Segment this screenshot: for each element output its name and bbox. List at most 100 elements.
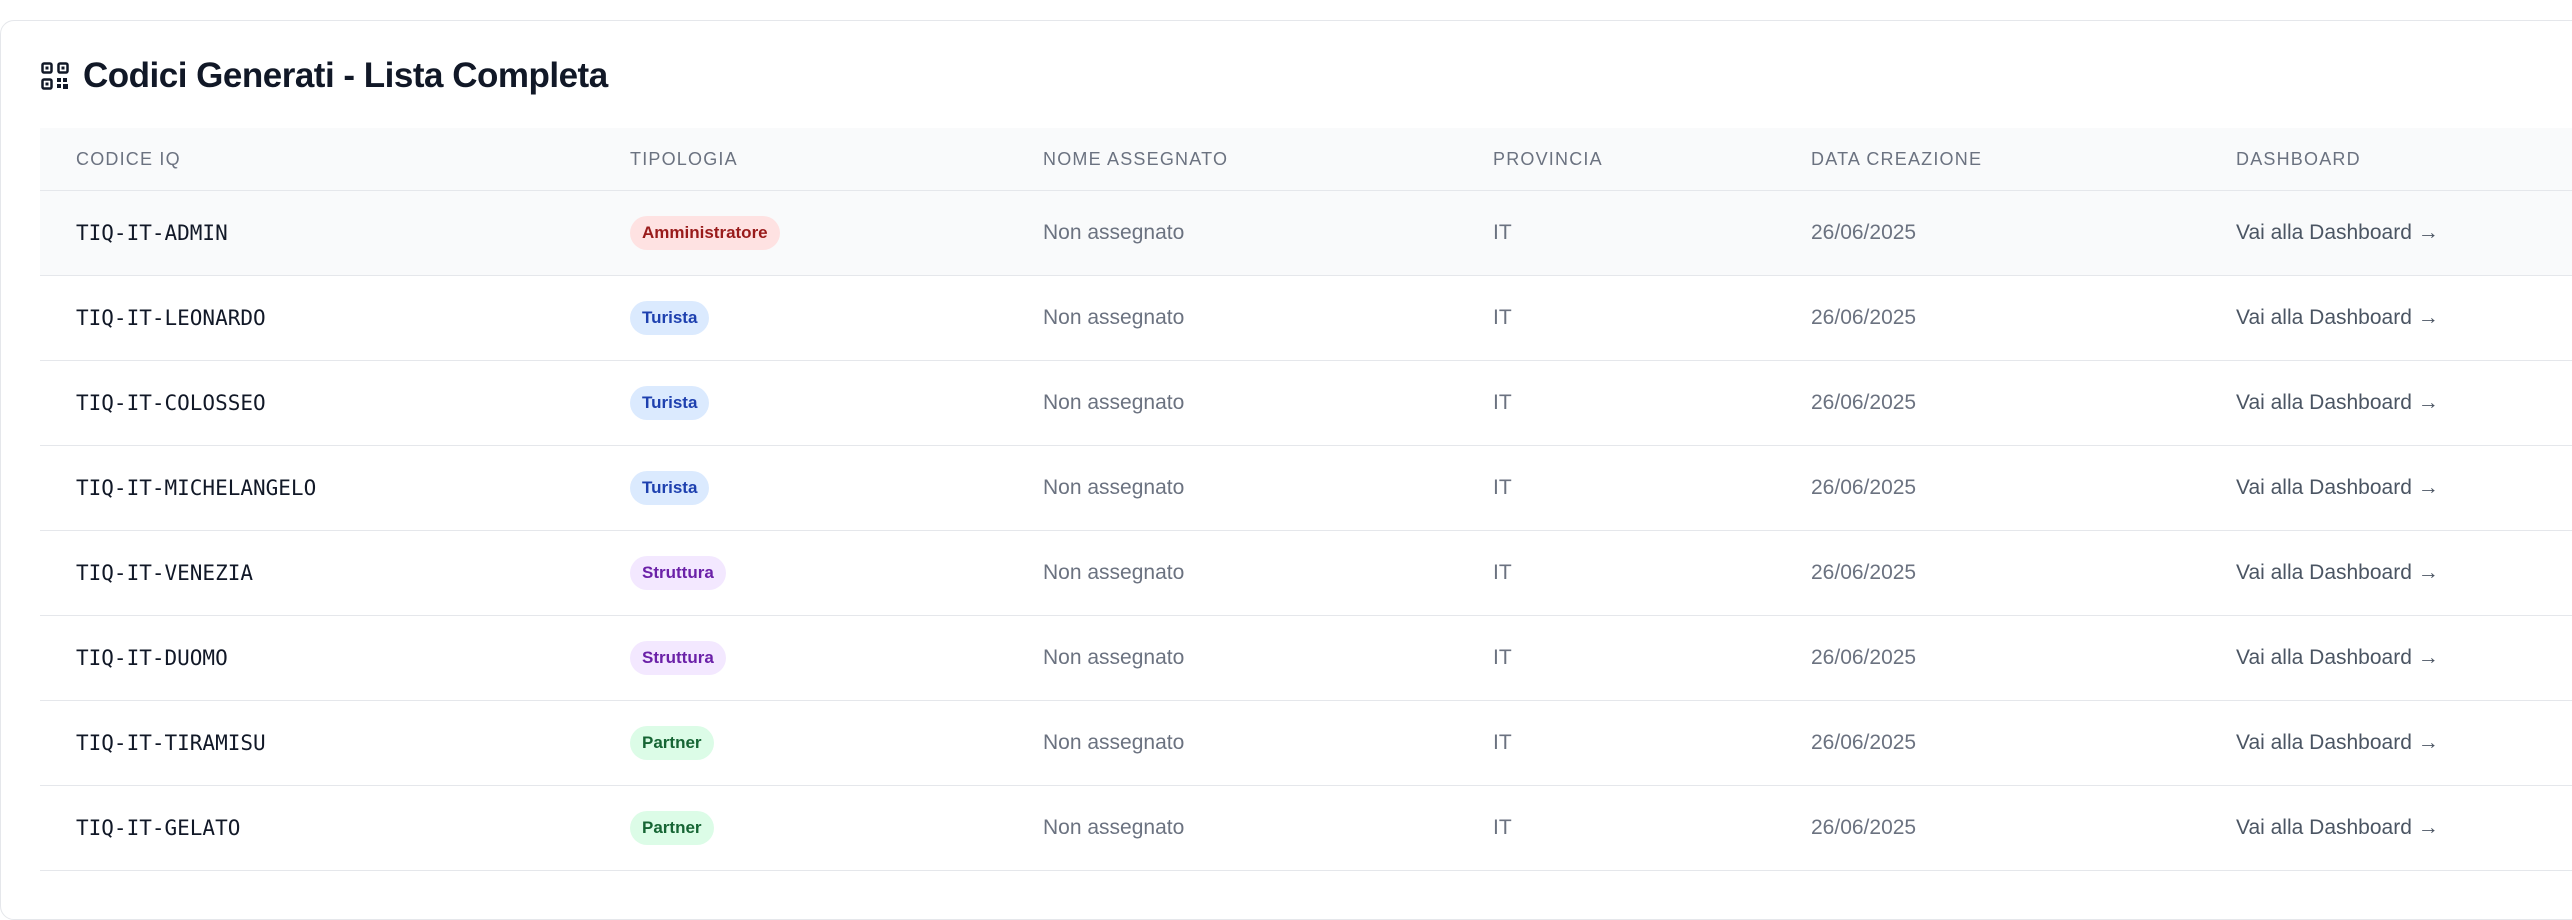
qr-code-icon — [41, 62, 69, 90]
type-badge: Turista — [630, 471, 710, 505]
province-value-cell: IT — [1493, 446, 1512, 530]
assigned-name-cell: Non assegnato — [1043, 191, 1184, 275]
creation-date: 26/06/2025 — [1811, 476, 1917, 499]
column-header-code[interactable]: CODICE IQ — [76, 128, 181, 190]
dashboard-link[interactable]: Vai alla Dashboard → — [2236, 816, 2439, 840]
dashboard-link[interactable]: Vai alla Dashboard → — [2236, 476, 2439, 500]
province-value: IT — [1493, 646, 1512, 669]
creation-date: 26/06/2025 — [1811, 646, 1917, 669]
assigned-name-cell: Non assegnato — [1043, 616, 1184, 700]
type-badge-cell: Partner — [630, 786, 714, 870]
dashboard-link-cell: Vai alla Dashboard → — [2236, 531, 2439, 615]
code-value: TIQ-IT-TIRAMISU — [76, 731, 266, 755]
province-value-cell: IT — [1493, 701, 1512, 785]
province-value-cell: IT — [1493, 191, 1512, 275]
column-header-name[interactable]: NOME ASSEGNATO — [1043, 128, 1228, 190]
code-value-cell: TIQ-IT-VENEZIA — [76, 531, 253, 615]
table-row[interactable]: TIQ-IT-COLOSSEO Turista Non assegnato IT 26/… — [40, 361, 2572, 446]
column-header-type[interactable]: TIPOLOGIA — [630, 128, 738, 190]
province-value-cell: IT — [1493, 361, 1512, 445]
assigned-name-cell: Non assegnato — [1043, 276, 1184, 360]
assigned-name: Non assegnato — [1043, 306, 1185, 329]
dashboard-link[interactable]: Vai alla Dashboard → — [2236, 561, 2439, 585]
province-value: IT — [1493, 561, 1512, 584]
type-badge: Turista — [630, 386, 710, 420]
dashboard-link[interactable]: Vai alla Dashboard → — [2236, 731, 2439, 755]
assigned-name-cell: Non assegnato — [1043, 786, 1184, 870]
assigned-name: Non assegnato — [1043, 221, 1185, 244]
code-value-cell: TIQ-IT-MICHELANGELO — [76, 446, 316, 530]
code-value-cell: TIQ-IT-DUOMO — [76, 616, 228, 700]
assigned-name: Non assegnato — [1043, 561, 1185, 584]
province-value: IT — [1493, 731, 1512, 754]
dashboard-link-cell: Vai alla Dashboard → — [2236, 446, 2439, 530]
type-badge: Partner — [630, 726, 714, 760]
codes-table: CODICE IQ TIPOLOGIA NOME ASSEGNATO PROVI… — [40, 128, 2572, 871]
table-row[interactable]: TIQ-IT-DUOMO Struttura Non assegnato IT 26/0… — [40, 616, 2572, 701]
creation-date-cell: 26/06/2025 — [1811, 786, 1916, 870]
assigned-name-cell: Non assegnato — [1043, 701, 1184, 785]
type-badge-cell: Struttura — [630, 616, 726, 700]
creation-date-cell: 26/06/2025 — [1811, 446, 1916, 530]
page-title: Codici Generati - Lista Completa — [83, 56, 608, 95]
column-header-province[interactable]: PROVINCIA — [1493, 128, 1603, 190]
code-value-cell: TIQ-IT-LEONARDO — [76, 276, 266, 360]
assigned-name: Non assegnato — [1043, 731, 1185, 754]
dashboard-link-cell: Vai alla Dashboard → — [2236, 361, 2439, 445]
province-value-cell: IT — [1493, 786, 1512, 870]
type-badge: Amministratore — [630, 216, 780, 250]
province-value-cell: IT — [1493, 276, 1512, 360]
creation-date: 26/06/2025 — [1811, 391, 1917, 414]
dashboard-link[interactable]: Vai alla Dashboard → — [2236, 221, 2439, 245]
assigned-name-cell: Non assegnato — [1043, 446, 1184, 530]
code-value-cell: TIQ-IT-TIRAMISU — [76, 701, 266, 785]
type-badge-cell: Turista — [630, 361, 710, 445]
dashboard-link[interactable]: Vai alla Dashboard → — [2236, 391, 2439, 415]
type-badge: Partner — [630, 811, 714, 845]
province-value-cell: IT — [1493, 531, 1512, 615]
province-value: IT — [1493, 476, 1512, 499]
dashboard-link-cell: Vai alla Dashboard → — [2236, 616, 2439, 700]
type-badge-cell: Turista — [630, 276, 710, 360]
code-value: TIQ-IT-VENEZIA — [76, 561, 254, 585]
code-value: TIQ-IT-DUOMO — [76, 646, 228, 670]
province-value-cell: IT — [1493, 616, 1512, 700]
code-value: TIQ-IT-COLOSSEO — [76, 391, 266, 415]
codes-card: Codici Generati - Lista Completa CODICE … — [0, 20, 2572, 920]
table-body: TIQ-IT-ADMIN Amministratore Non assegnato I… — [40, 191, 2572, 871]
assigned-name: Non assegnato — [1043, 646, 1185, 669]
table-header: CODICE IQ TIPOLOGIA NOME ASSEGNATO PROVI… — [40, 128, 2572, 191]
table-row[interactable]: TIQ-IT-LEONARDO Turista Non assegnato IT 26/… — [40, 276, 2572, 361]
type-badge: Struttura — [630, 556, 726, 590]
table-row[interactable]: TIQ-IT-VENEZIA Struttura Non assegnato IT 26… — [40, 531, 2572, 616]
assigned-name-cell: Non assegnato — [1043, 361, 1184, 445]
dashboard-link[interactable]: Vai alla Dashboard → — [2236, 306, 2439, 330]
creation-date-cell: 26/06/2025 — [1811, 361, 1916, 445]
creation-date-cell: 26/06/2025 — [1811, 191, 1916, 275]
table-row[interactable]: TIQ-IT-TIRAMISU Partner Non assegnato IT 26/… — [40, 701, 2572, 786]
creation-date: 26/06/2025 — [1811, 221, 1917, 244]
code-value: TIQ-IT-LEONARDO — [76, 306, 266, 330]
creation-date-cell: 26/06/2025 — [1811, 531, 1916, 615]
code-value-cell: TIQ-IT-COLOSSEO — [76, 361, 266, 445]
creation-date-cell: 26/06/2025 — [1811, 701, 1916, 785]
code-value-cell: TIQ-IT-GELATO — [76, 786, 240, 870]
province-value: IT — [1493, 391, 1512, 414]
assigned-name: Non assegnato — [1043, 816, 1185, 839]
code-value: TIQ-IT-ADMIN — [76, 221, 228, 245]
column-header-date[interactable]: DATA CREAZIONE — [1811, 128, 1982, 190]
table-row[interactable]: TIQ-IT-ADMIN Amministratore Non assegnato I… — [40, 191, 2572, 276]
province-value: IT — [1493, 306, 1512, 329]
table-row[interactable]: TIQ-IT-MICHELANGELO Turista Non assegnato I… — [40, 446, 2572, 531]
type-badge: Turista — [630, 301, 710, 335]
card-header: Codici Generati - Lista Completa — [41, 55, 608, 97]
dashboard-link-cell: Vai alla Dashboard → — [2236, 701, 2439, 785]
column-header-dashboard[interactable]: DASHBOARD — [2236, 128, 2361, 190]
assigned-name: Non assegnato — [1043, 391, 1185, 414]
table-row[interactable]: TIQ-IT-GELATO Partner Non assegnato IT 26/06… — [40, 786, 2572, 871]
dashboard-link[interactable]: Vai alla Dashboard → — [2236, 646, 2439, 670]
assigned-name-cell: Non assegnato — [1043, 531, 1184, 615]
creation-date-cell: 26/06/2025 — [1811, 616, 1916, 700]
dashboard-link-cell: Vai alla Dashboard → — [2236, 786, 2439, 870]
code-value: TIQ-IT-MICHELANGELO — [76, 476, 317, 500]
